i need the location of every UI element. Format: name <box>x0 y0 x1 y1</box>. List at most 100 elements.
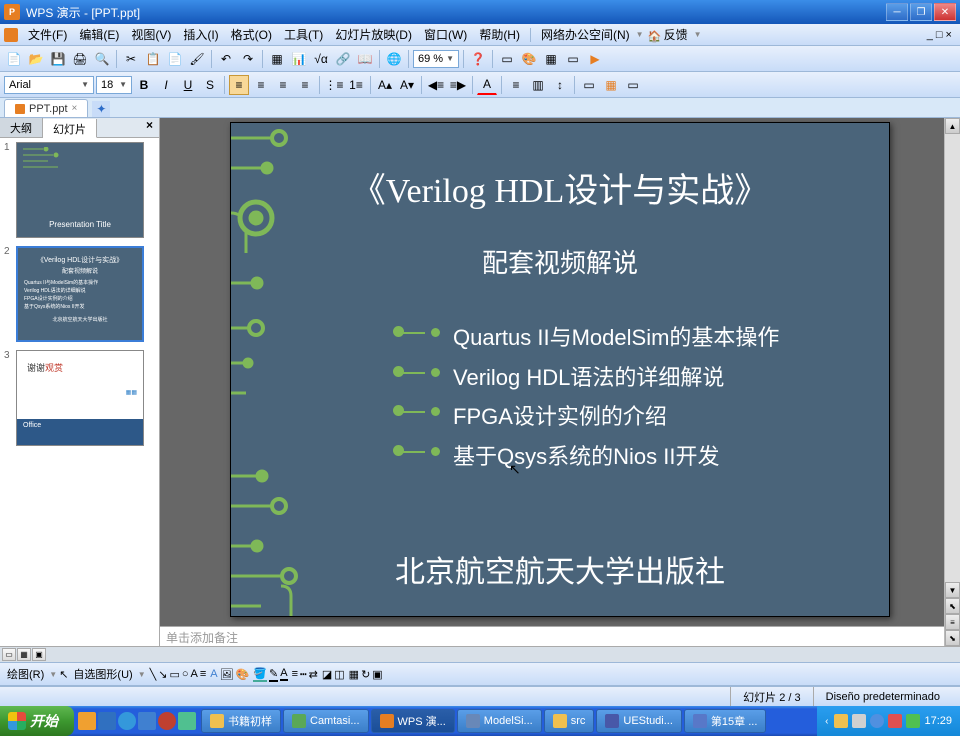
line-color-icon[interactable]: ✎ <box>269 667 278 682</box>
picture-icon[interactable]: 🖼 <box>220 668 234 681</box>
tab-close-icon[interactable]: × <box>72 103 78 114</box>
normal-view-icon[interactable]: ▭ <box>2 648 16 661</box>
bold-button[interactable]: B <box>134 75 154 95</box>
ql-icon[interactable] <box>158 712 176 730</box>
fill-color-icon[interactable]: 🪣 <box>253 667 267 682</box>
minimize-button[interactable]: ─ <box>886 3 908 21</box>
copy-icon[interactable]: 📋 <box>143 49 163 69</box>
side-close-button[interactable]: × <box>140 118 159 137</box>
web-icon[interactable]: 🌐 <box>384 49 404 69</box>
equation-icon[interactable]: √α <box>311 49 331 69</box>
underline-button[interactable]: U <box>178 75 198 95</box>
decrease-font-icon[interactable]: A▾ <box>397 75 417 95</box>
shadow-button[interactable]: S <box>200 75 220 95</box>
tab-slides[interactable]: 幻灯片 <box>43 119 97 138</box>
hyperlink-icon[interactable]: 🔗 <box>333 49 353 69</box>
sorter-view-icon[interactable]: ▦ <box>17 648 31 661</box>
ql-icon[interactable] <box>98 712 116 730</box>
font-size-combo[interactable]: 18▼ <box>96 76 132 94</box>
undo-icon[interactable]: ↶ <box>216 49 236 69</box>
tray-icon[interactable] <box>888 714 902 728</box>
research-icon[interactable]: 📖 <box>355 49 375 69</box>
layout-icon[interactable]: ▭ <box>497 49 517 69</box>
line-spacing-icon[interactable]: ≡ <box>506 75 526 95</box>
tray-icon[interactable] <box>906 714 920 728</box>
line-icon[interactable]: ╲ <box>150 668 157 681</box>
slideshow-view-icon[interactable]: ▣ <box>32 648 46 661</box>
print-preview-icon[interactable]: 🔍 <box>92 49 112 69</box>
tray-volume-icon[interactable] <box>852 714 866 728</box>
print-icon[interactable]: 🖨 <box>70 49 90 69</box>
menu-network[interactable]: 网络办公空间(N) <box>535 24 636 45</box>
system-tray[interactable]: ‹ 17:29 <box>817 706 960 736</box>
select-icon[interactable]: ↖ <box>59 668 68 681</box>
align-center-icon[interactable]: ≡ <box>251 75 271 95</box>
arrow-style-icon[interactable]: ⇄ <box>309 668 318 681</box>
taskbar-item[interactable]: WPS 演... <box>371 709 455 733</box>
distribute-icon[interactable]: ≡ <box>295 75 315 95</box>
textbox-icon[interactable]: A <box>191 668 198 680</box>
arrow-icon[interactable]: ↘ <box>158 668 167 681</box>
menu-view[interactable]: 视图(V) <box>125 24 177 45</box>
text-color-icon[interactable]: A <box>280 667 287 681</box>
paste-icon[interactable]: 📄 <box>165 49 185 69</box>
chart-icon[interactable]: 📊 <box>289 49 309 69</box>
slide-thumbnail-2[interactable]: 《Verilog HDL设计与实战》 配套视频解说 Quartus II与Mod… <box>16 246 144 342</box>
draw-menu[interactable]: 绘图(R) <box>4 666 47 682</box>
new-slide-icon[interactable]: ▭ <box>563 49 583 69</box>
transition-icon[interactable]: ▭ <box>623 75 643 95</box>
oval-icon[interactable]: ○ <box>182 668 189 680</box>
numbering-icon[interactable]: 1≡ <box>346 75 366 95</box>
menu-file[interactable]: 文件(F) <box>22 24 73 45</box>
font-color-icon[interactable]: A <box>477 75 497 95</box>
ql-icon[interactable] <box>78 712 96 730</box>
design-icon[interactable]: 🎨 <box>519 49 539 69</box>
taskbar-item[interactable]: Camtasi... <box>283 709 369 733</box>
tray-icon[interactable] <box>870 714 884 728</box>
slide-thumbnail-3[interactable]: 谢谢观赏 ▦▦ Office <box>16 350 144 446</box>
scroll-down-icon[interactable]: ▼ <box>945 582 960 598</box>
bullets-icon[interactable]: ⋮≡ <box>324 75 344 95</box>
increase-font-icon[interactable]: A▴ <box>375 75 395 95</box>
home-icon[interactable]: 🏠 <box>648 30 658 40</box>
sub-window-controls[interactable]: _ □ × <box>927 29 952 41</box>
new-icon[interactable]: 📄 <box>4 49 24 69</box>
wordart-icon[interactable]: A <box>210 668 217 680</box>
italic-button[interactable]: I <box>156 75 176 95</box>
menu-tools[interactable]: 工具(T) <box>278 24 329 45</box>
tab-outline[interactable]: 大纲 <box>0 118 43 137</box>
cut-icon[interactable]: ✂ <box>121 49 141 69</box>
slide-layout-icon[interactable]: ▦ <box>601 75 621 95</box>
clock[interactable]: 17:29 <box>924 715 952 727</box>
taskbar-item[interactable]: ModelSi... <box>457 709 542 733</box>
3d-style-icon[interactable]: ◫ <box>334 668 344 681</box>
open-icon[interactable]: 📂 <box>26 49 46 69</box>
menu-window[interactable]: 窗口(W) <box>418 24 473 45</box>
slide-nav-icon[interactable]: ≡ <box>945 614 960 630</box>
ql-icon[interactable] <box>118 712 136 730</box>
rectangle-icon[interactable]: ▭ <box>169 668 179 681</box>
ql-icon[interactable] <box>138 712 156 730</box>
next-slide-icon[interactable]: ⬊ <box>945 630 960 646</box>
menu-help[interactable]: 帮助(H) <box>473 24 526 45</box>
shadow-style-icon[interactable]: ◪ <box>322 668 332 681</box>
menu-insert[interactable]: 插入(I) <box>177 24 224 45</box>
save-icon[interactable]: 💾 <box>48 49 68 69</box>
rotate-icon[interactable]: ↻ <box>361 668 370 681</box>
slide-canvas[interactable]: 《Verilog HDL设计与实战》 配套视频解说 Quartus II与Mod… <box>230 122 890 617</box>
zoom-combo[interactable]: 69 %▼ <box>413 50 459 68</box>
autoshapes-menu[interactable]: 自选图形(U) <box>70 666 135 682</box>
menu-format[interactable]: 格式(O) <box>225 24 278 45</box>
columns-icon[interactable]: ▥ <box>528 75 548 95</box>
text-direction-icon[interactable]: ↕ <box>550 75 570 95</box>
start-button[interactable]: 开始 <box>0 706 74 736</box>
vertical-scrollbar[interactable]: ▲ ▼ ⬉ ≡ ⬊ <box>944 118 960 646</box>
font-combo[interactable]: Arial▼ <box>4 76 94 94</box>
color-scheme-icon[interactable]: ▦ <box>541 49 561 69</box>
align-right-icon[interactable]: ≡ <box>273 75 293 95</box>
prev-slide-icon[interactable]: ⬉ <box>945 598 960 614</box>
line-style-icon[interactable]: ≡ <box>292 668 298 680</box>
taskbar-item[interactable]: 第15章 ... <box>684 709 766 733</box>
redo-icon[interactable]: ↷ <box>238 49 258 69</box>
indent-icon[interactable]: ≡▶ <box>448 75 468 95</box>
